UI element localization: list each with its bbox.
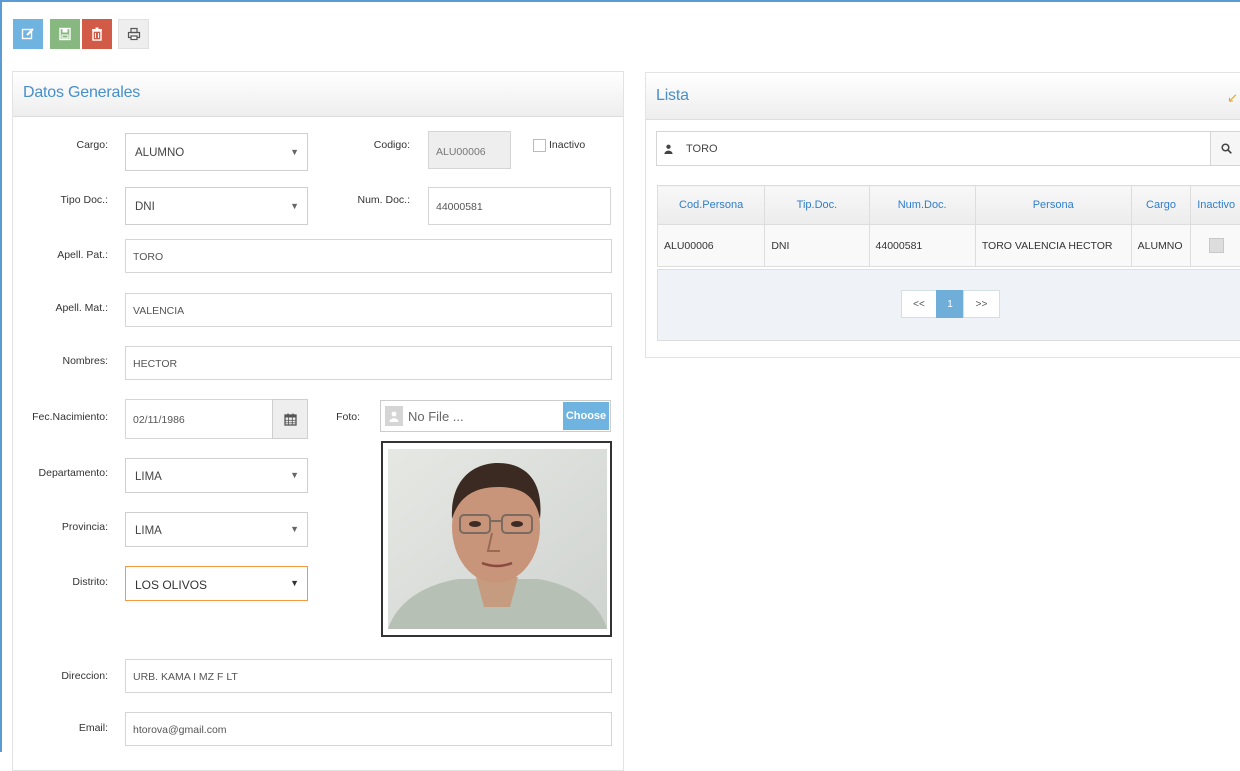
save-button[interactable] bbox=[50, 19, 80, 49]
codigo-field: ALU00006 bbox=[428, 131, 511, 169]
save-icon bbox=[58, 27, 72, 41]
provincia-label: Provincia: bbox=[40, 521, 108, 533]
cell-persona: TORO VALENCIA HECTOR bbox=[975, 225, 1131, 267]
codigo-label: Codigo: bbox=[350, 139, 410, 151]
cargo-select[interactable]: ALUMNO ▼ bbox=[125, 133, 308, 171]
cargo-label: Cargo: bbox=[40, 139, 108, 151]
direccion-label: Direccion: bbox=[40, 670, 108, 682]
trash-icon bbox=[90, 27, 104, 41]
cell-inactivo bbox=[1191, 225, 1240, 267]
delete-button[interactable] bbox=[82, 19, 112, 49]
num-doc-field[interactable]: 44000581 bbox=[428, 187, 611, 225]
foto-placeholder: No File ... bbox=[408, 409, 464, 424]
nombres-value: HECTOR bbox=[133, 358, 177, 370]
user-icon bbox=[385, 406, 403, 426]
chevron-down-icon: ▼ bbox=[290, 470, 299, 480]
cell-tip-doc: DNI bbox=[765, 225, 869, 267]
email-value: htorova@gmail.com bbox=[133, 724, 227, 736]
lista-table: Cod.Persona Tip.Doc. Num.Doc. Persona Ca… bbox=[657, 185, 1240, 267]
column-header[interactable]: Cod.Persona bbox=[658, 186, 765, 225]
chevron-down-icon: ▼ bbox=[290, 524, 299, 534]
choose-button[interactable]: Choose bbox=[563, 402, 609, 430]
pager-prev[interactable]: << bbox=[901, 290, 937, 318]
column-header[interactable]: Tip.Doc. bbox=[765, 186, 869, 225]
apell-pat-label: Apell. Pat.: bbox=[40, 249, 108, 261]
departamento-select[interactable]: LIMA ▼ bbox=[125, 458, 308, 493]
apell-mat-label: Apell. Mat.: bbox=[40, 302, 108, 314]
tipo-doc-select[interactable]: DNI ▼ bbox=[125, 187, 308, 225]
chevron-down-icon: ▼ bbox=[290, 201, 299, 211]
apell-mat-value: VALENCIA bbox=[133, 305, 184, 317]
departamento-value: LIMA bbox=[135, 471, 162, 483]
fec-nacimiento-field[interactable]: 02/11/1986 bbox=[125, 399, 273, 439]
chevron-down-icon: ▼ bbox=[290, 578, 299, 588]
num-doc-value: 44000581 bbox=[436, 201, 483, 213]
edit-icon bbox=[21, 27, 35, 41]
fec-nacimiento-label: Fec.Nacimiento: bbox=[28, 411, 108, 423]
distrito-value: LOS OLIVOS bbox=[135, 578, 207, 592]
foto-label: Foto: bbox=[320, 411, 360, 423]
cell-num-doc: 44000581 bbox=[869, 225, 975, 267]
datos-generales-title: Datos Generales bbox=[23, 84, 140, 102]
distrito-label: Distrito: bbox=[40, 576, 108, 588]
lista-title: Lista bbox=[656, 87, 689, 105]
column-header[interactable]: Inactivo bbox=[1191, 186, 1240, 225]
tipo-doc-value: DNI bbox=[135, 201, 155, 213]
cell-cod-persona: ALU00006 bbox=[658, 225, 765, 267]
apell-pat-field[interactable]: TORO bbox=[125, 239, 612, 273]
email-label: Email: bbox=[40, 722, 108, 734]
provincia-select[interactable]: LIMA ▼ bbox=[125, 512, 308, 547]
lista-search[interactable]: TORO bbox=[656, 131, 1240, 166]
print-button[interactable] bbox=[118, 19, 149, 49]
search-value: TORO bbox=[686, 143, 718, 155]
edit-button[interactable] bbox=[13, 19, 43, 49]
email-field[interactable]: htorova@gmail.com bbox=[125, 712, 612, 746]
inactivo-row-checkbox bbox=[1209, 238, 1224, 253]
tipo-doc-label: Tipo Doc.: bbox=[40, 194, 108, 206]
pager-next[interactable]: >> bbox=[963, 290, 1000, 318]
nombres-field[interactable]: HECTOR bbox=[125, 346, 612, 380]
foto-file-input[interactable]: No File ... Choose bbox=[380, 400, 611, 432]
fec-nacimiento-value: 02/11/1986 bbox=[133, 414, 185, 426]
num-doc-label: Num. Doc.: bbox=[340, 194, 410, 206]
apell-mat-field[interactable]: VALENCIA bbox=[125, 293, 612, 327]
calendar-icon bbox=[284, 413, 297, 426]
search-button[interactable] bbox=[1210, 132, 1240, 165]
user-icon bbox=[657, 132, 679, 165]
codigo-value: ALU00006 bbox=[436, 146, 486, 158]
direccion-value: URB. KAMA I MZ F LT bbox=[133, 671, 238, 683]
print-icon bbox=[127, 27, 141, 41]
nombres-label: Nombres: bbox=[40, 355, 108, 367]
inactivo-label: Inactivo bbox=[549, 139, 585, 151]
column-header[interactable]: Cargo bbox=[1131, 186, 1191, 225]
pager-page-1[interactable]: 1 bbox=[936, 290, 964, 318]
column-header[interactable]: Num.Doc. bbox=[869, 186, 975, 225]
calendar-button[interactable] bbox=[272, 399, 308, 439]
chevron-down-icon: ▼ bbox=[290, 147, 299, 157]
inactivo-checkbox[interactable] bbox=[533, 139, 546, 152]
search-icon bbox=[1221, 143, 1232, 154]
column-header[interactable]: Persona bbox=[975, 186, 1131, 225]
departamento-label: Departamento: bbox=[28, 467, 108, 479]
apell-pat-value: TORO bbox=[133, 251, 163, 263]
profile-photo bbox=[381, 441, 612, 637]
collapse-icon[interactable]: ↙ bbox=[1227, 90, 1238, 106]
datos-generales-header: Datos Generales bbox=[13, 72, 623, 117]
cargo-value: ALUMNO bbox=[135, 147, 184, 159]
distrito-select[interactable]: LOS OLIVOS ▼ bbox=[125, 566, 308, 601]
direccion-field[interactable]: URB. KAMA I MZ F LT bbox=[125, 659, 612, 693]
provincia-value: LIMA bbox=[135, 525, 162, 537]
lista-header: Lista ↙ bbox=[646, 73, 1240, 120]
cell-cargo: ALUMNO bbox=[1131, 225, 1191, 267]
table-row[interactable]: ALU00006 DNI 44000581 TORO VALENCIA HECT… bbox=[658, 225, 1240, 267]
